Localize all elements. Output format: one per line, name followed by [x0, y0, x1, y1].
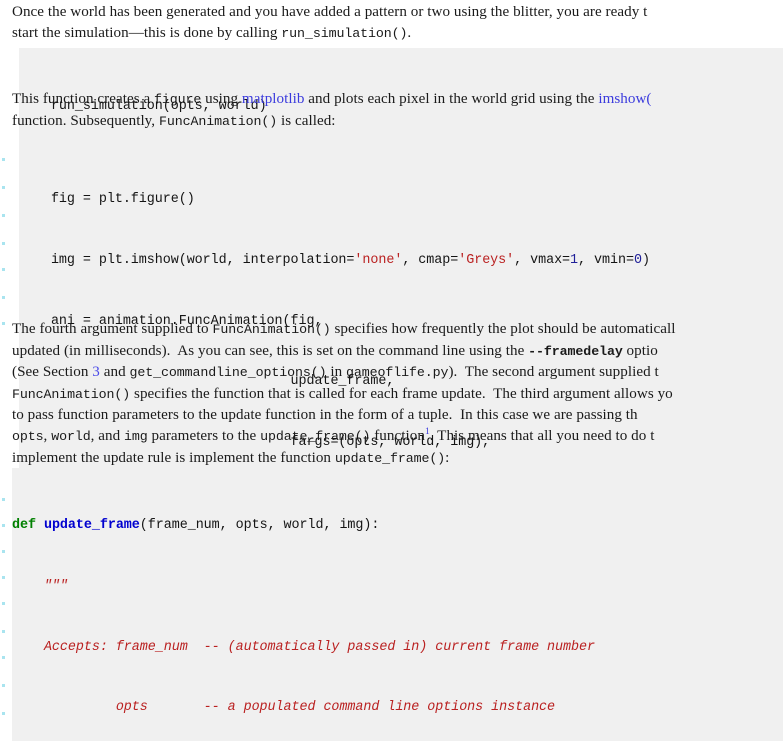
paragraph-figure-imshow: This function creates a figure using mat… [12, 89, 783, 132]
paragraph-fourth-line-7: implement the update rule is implement t… [12, 448, 783, 470]
inline-code-img: img [124, 428, 148, 444]
text-run: updated (in milliseconds). As you can se… [12, 342, 529, 359]
code-line: img = plt.imshow(world, interpolation='n… [19, 251, 783, 271]
inline-code-world: world [51, 428, 91, 444]
paragraph-intro: Once the world has been generated and yo… [12, 2, 783, 44]
code-function-name-update-frame: update_frame [35, 518, 140, 534]
text-run: , and [90, 427, 125, 444]
text-run: using [201, 91, 242, 107]
text-run: (See Section [12, 364, 93, 381]
paragraph-fourth-line-2: updated (in milliseconds). As you can se… [12, 341, 783, 363]
scan-artifact-margin [0, 0, 10, 741]
code-block-update-frame: def update_frame(frame_num, opts, world,… [12, 468, 783, 741]
text-run: . [407, 24, 412, 41]
paragraph-fourth-line-1: The fourth argument supplied to FuncAnim… [12, 319, 783, 341]
inline-code-get-commandline-options: get_commandline_options() [129, 365, 327, 381]
inline-code-funcanimation: FuncAnimation() [158, 113, 278, 129]
document-page: Once the world has been generated and yo… [0, 0, 783, 741]
text-run: function [370, 427, 425, 444]
code-run: , vmin= [578, 253, 634, 269]
code-docstring-line: """ [12, 579, 68, 595]
text-run: This function creates a [12, 91, 155, 107]
code-string-none: 'none' [354, 253, 403, 269]
paragraph-intro-line-2: start the simulation—this is done by cal… [12, 23, 783, 45]
paragraph-figure-line-1: This function creates a figure using mat… [12, 89, 783, 111]
code-run: , vmax= [514, 253, 571, 269]
paragraph-fourth-line-5: to pass function parameters to the updat… [12, 407, 638, 424]
code-keyword-def: def [12, 518, 36, 534]
inline-code-run-simulation: run_simulation() [281, 25, 408, 41]
link-imshow[interactable]: imshow( [598, 91, 651, 107]
text-run: and [99, 364, 130, 381]
text-run: function. Subsequently, [12, 112, 159, 129]
code-number-vmin: 0 [633, 253, 642, 269]
text-run: in [326, 364, 346, 381]
inline-code-funcanimation: FuncAnimation() [212, 322, 331, 337]
code-run: img = plt.imshow(world, interpolation= [19, 253, 355, 269]
code-run: ) [641, 253, 650, 269]
paragraph-fourth-line-3: (See Section 3 and get_commandline_optio… [12, 362, 783, 384]
text-run: and plots each pixel in the world grid u… [304, 91, 599, 107]
text-run: specifies the function that is called fo… [130, 385, 673, 402]
code-line: def update_frame(frame_num, opts, world,… [12, 516, 783, 536]
text-run: implement the update rule is implement t… [12, 449, 335, 466]
code-run: , cmap= [402, 253, 459, 269]
text-run: : [445, 449, 450, 466]
code-number-vmax: 1 [570, 253, 579, 269]
code-line: fig = plt.figure() [19, 192, 195, 208]
text-run: ). The second argument supplied t [448, 364, 659, 381]
paragraph-figure-line-2: function. Subsequently, FuncAnimation() … [12, 111, 783, 133]
inline-code-opts: opts [12, 428, 44, 444]
text-run: The fourth argument supplied to [12, 321, 213, 337]
text-run: start the simulation—this is done by cal… [12, 24, 282, 41]
inline-code-update-frame: update_frame() [334, 450, 446, 466]
inline-code-funcanimation: FuncAnimation() [12, 386, 131, 402]
text-run: is called: [277, 112, 336, 129]
code-string-greys: 'Greys' [458, 253, 515, 269]
inline-code-update-frame: update_frame() [260, 428, 371, 444]
inline-code-gameoflife-py: gameoflife.py [346, 365, 449, 381]
text-run: optio [622, 342, 658, 359]
paragraph-intro-line-1: Once the world has been generated and yo… [12, 4, 648, 20]
code-docstring-line: Accepts: frame_num -- (automatically pas… [12, 639, 595, 655]
text-run: . This means that all you need to do t [429, 427, 655, 444]
link-matplotlib[interactable]: matplotlib [242, 91, 305, 107]
text-run: parameters to the [147, 427, 261, 444]
inline-code-framedelay-option: --framedelay [528, 343, 623, 359]
inline-code-figure: figure [154, 92, 202, 107]
paragraph-fourth-line-6: opts, world, and img parameters to the u… [12, 426, 783, 448]
link-section-3[interactable]: 3 [92, 364, 100, 380]
code-docstring-line: opts -- a populated command line options… [12, 700, 556, 716]
text-run: specifies how frequently the plot should… [330, 321, 676, 337]
paragraph-fourth-argument: The fourth argument supplied to FuncAnim… [12, 319, 783, 469]
paragraph-fourth-line-4: FuncAnimation() specifies the function t… [12, 384, 783, 406]
code-run: (frame_num, opts, world, img): [139, 518, 380, 534]
